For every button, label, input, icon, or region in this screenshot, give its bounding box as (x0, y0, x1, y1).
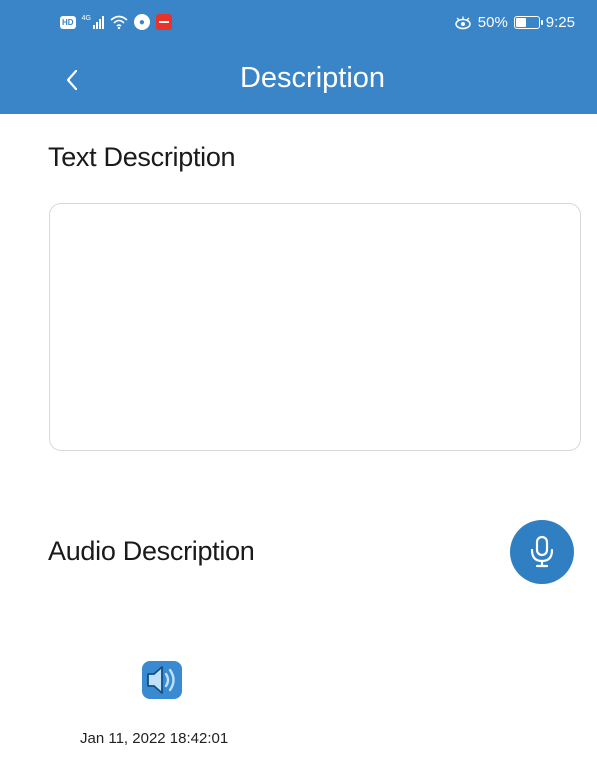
wifi-icon (110, 15, 128, 29)
battery-percent: 50% (477, 14, 508, 31)
page-title: Description (239, 62, 386, 94)
bulb-icon: ● (133, 14, 150, 30)
text-description-input[interactable] (49, 203, 581, 451)
eye-comfort-icon (455, 16, 471, 29)
microphone-icon (530, 535, 554, 568)
audio-description-heading: Audio Description (48, 536, 255, 566)
speaker-icon (142, 661, 182, 699)
status-right-icons: 50% 9:25 (454, 14, 575, 31)
status-bar: HD 4G ● 50% 9:25 (0, 0, 597, 50)
status-left-icons: HD 4G ● (60, 14, 172, 30)
text-description-heading: Text Description (48, 142, 236, 172)
clock: 9:25 (545, 14, 575, 31)
record-audio-button[interactable] (510, 520, 574, 584)
battery-icon (513, 16, 543, 29)
audio-recording-timestamp: Jan 11, 2022 18:42:01 (80, 730, 229, 747)
red-app-icon (155, 14, 172, 30)
audio-recording-play-button[interactable] (137, 655, 187, 705)
app-header: HD 4G ● 50% 9:25 Description (0, 0, 597, 114)
cellular-signal-icon: 4G (82, 15, 104, 29)
network-type-label: 4G (81, 15, 91, 22)
hd-icon: HD (60, 15, 76, 29)
